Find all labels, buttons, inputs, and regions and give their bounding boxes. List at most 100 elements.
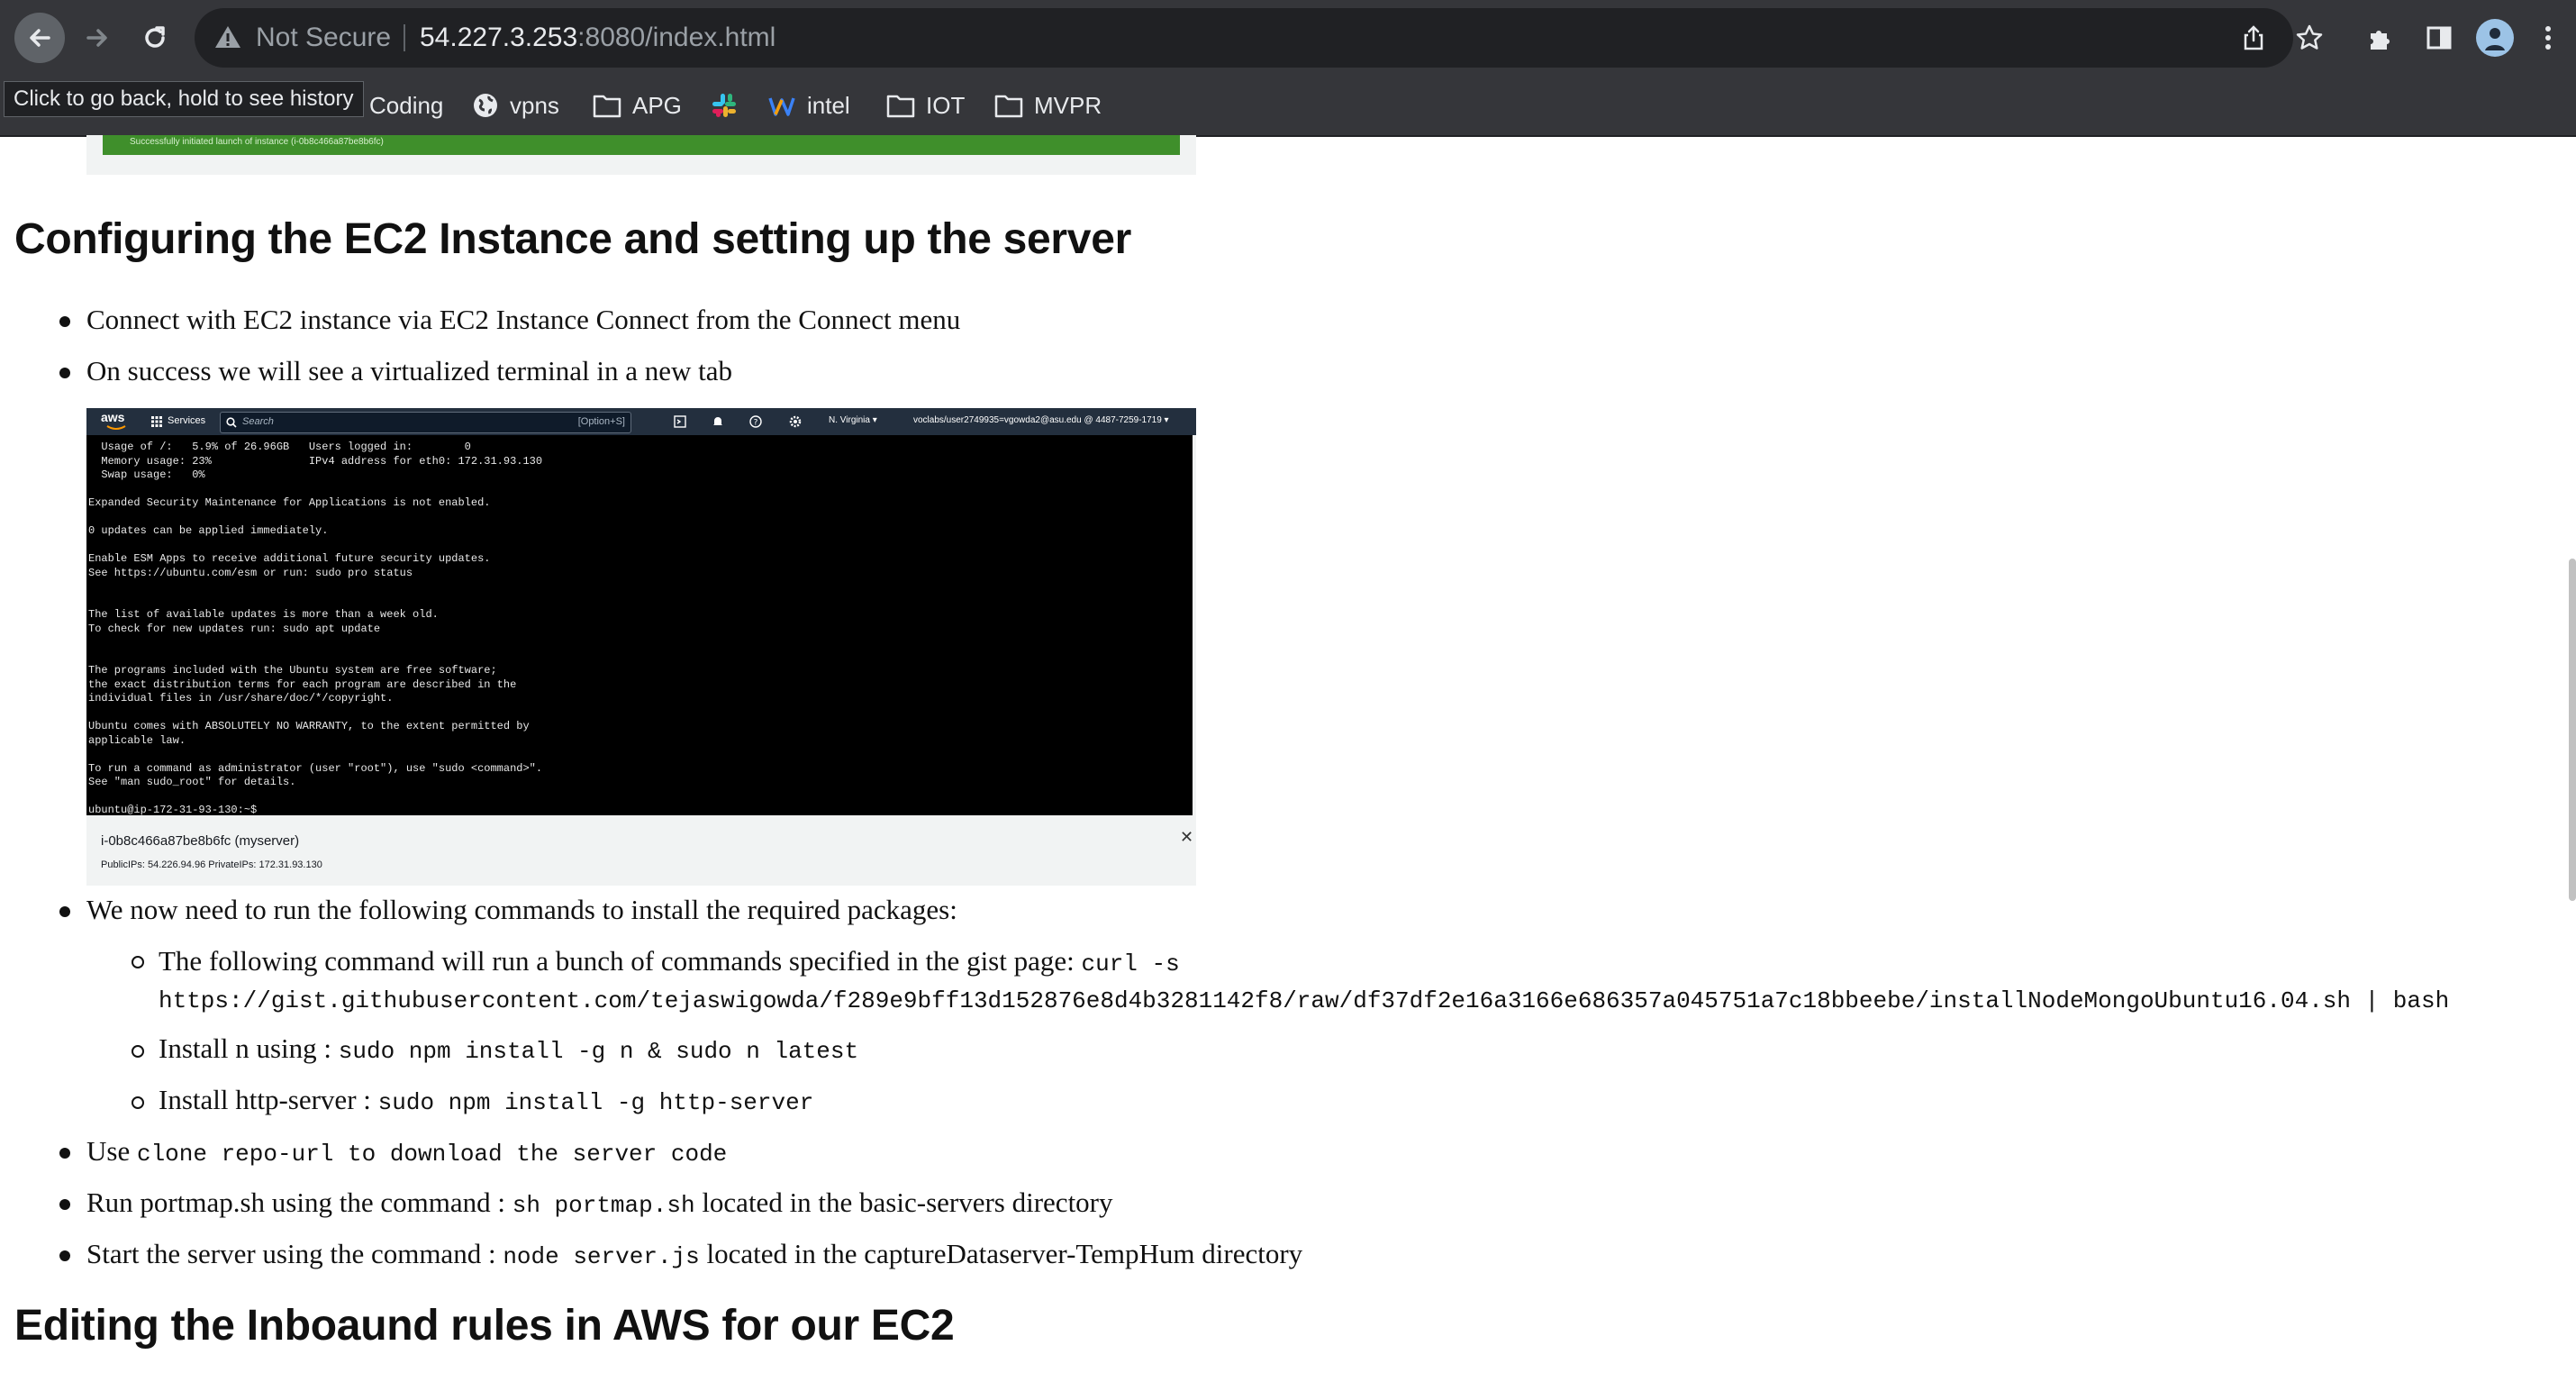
bookmark-vpns[interactable]: vpns: [472, 76, 559, 135]
item-text: Run portmap.sh using the command :: [86, 1186, 512, 1218]
slack-icon: [712, 94, 736, 117]
bookmarks-bar: Coding vpns APG intel IOT MVPR: [0, 76, 2576, 137]
folder-icon: [886, 95, 915, 118]
url-text[interactable]: 54.227.3.253:8080/index.html: [420, 8, 776, 68]
services-grid-icon: [151, 416, 162, 427]
bookmark-label: Coding: [369, 91, 444, 119]
instance-id-label: i-0b8c466a87be8b6fc (myserver): [101, 833, 300, 849]
notifications-bell-icon: [713, 417, 722, 425]
success-banner-text: Successfully initiated launch of instanc…: [130, 137, 384, 147]
ec2-terminal-screenshot: aws Services Search [Option+S] ? N. Virg…: [86, 408, 1196, 886]
globe-icon: [474, 94, 497, 117]
bookmark-iot[interactable]: IOT: [886, 76, 965, 135]
page-scrollbar-thumb[interactable]: [2569, 559, 2576, 901]
bullet-circle: [132, 1045, 144, 1058]
bookmark-label: intel: [807, 91, 850, 119]
forward-button[interactable]: [72, 13, 122, 63]
settings-gear-icon: [789, 415, 802, 428]
instance-ips-label: PublicIPs: 54.226.94.96 PrivateIPs: 172.…: [101, 859, 322, 870]
code-snippet: sudo npm install -g http-server: [377, 1089, 814, 1116]
code-snippet: clone repo-url to download the server co…: [136, 1141, 728, 1168]
aws-logo: aws: [101, 410, 125, 424]
back-arrow-icon: [30, 29, 50, 47]
terminal-window: Usage of /: 5.9% of 26.96GB Users logged…: [86, 435, 1193, 816]
bookmark-star-icon[interactable]: [2290, 18, 2329, 58]
bookmark-coding[interactable]: Coding: [369, 76, 443, 135]
list-item-portmap: Run portmap.sh using the command : sh po…: [86, 1186, 1113, 1219]
bookmark-intel[interactable]: intel: [767, 76, 850, 135]
section-heading-inbound-rules: Editing the Inboaund rules in AWS for ou…: [14, 1302, 955, 1350]
aws-search-shortcut: [Option+S]: [577, 416, 625, 427]
code-snippet: node server.js: [503, 1243, 700, 1270]
account-menu: voclabs/user2749935=vgowda2@asu.edu @ 44…: [913, 415, 1169, 425]
address-bar[interactable]: Not Secure 54.227.3.253:8080/index.html: [195, 8, 2323, 68]
aws-search-placeholder: Search: [242, 416, 274, 427]
warning-icon[interactable]: [213, 22, 243, 57]
item-text: Use: [86, 1135, 137, 1167]
bullet-disc: [59, 368, 70, 378]
url-path: :8080/index.html: [577, 23, 776, 52]
reload-button[interactable]: [130, 13, 180, 63]
bookmark-apg[interactable]: APG: [593, 76, 682, 135]
bullet-disc: [59, 1148, 70, 1159]
bookmark-label: vpns: [510, 91, 559, 119]
aws-smile-icon: [106, 425, 126, 430]
back-button[interactable]: [14, 13, 65, 63]
list-item-packages: We now need to run the following command…: [86, 894, 957, 925]
terminal-output: Usage of /: 5.9% of 26.96GB Users logged…: [88, 441, 543, 816]
bookmark-mvpr[interactable]: MVPR: [994, 76, 1102, 135]
forward-arrow-icon: [86, 29, 107, 47]
back-button-tooltip: Click to go back, hold to see history: [4, 81, 364, 117]
sub-item-text: Install n using :: [159, 1032, 339, 1064]
svg-text:?: ?: [754, 419, 758, 428]
success-banner: Successfully initiated launch of instanc…: [103, 135, 1180, 155]
launch-screenshot-fragment: Successfully initiated launch of instanc…: [86, 135, 1196, 175]
bookmark-label: APG: [632, 91, 682, 119]
sub-item-gist: The following command will run a bunch o…: [159, 945, 1180, 977]
browser-toolbar: Not Secure 54.227.3.253:8080/index.html: [0, 0, 2576, 76]
w-logo-icon: [768, 97, 795, 116]
profile-avatar[interactable]: [2475, 18, 2515, 58]
code-snippet: sh portmap.sh: [512, 1192, 695, 1219]
folder-icon: [593, 95, 621, 118]
bookmark-slack[interactable]: [710, 76, 749, 135]
url-host: 54.227.3.253: [420, 23, 578, 52]
bookmark-label: MVPR: [1034, 91, 1102, 119]
sub-item-install-http-server: Install http-server : sudo npm install -…: [159, 1084, 813, 1116]
sub-item-text: Install http-server :: [159, 1084, 378, 1115]
side-panel-icon[interactable]: [2419, 18, 2459, 58]
section-heading-configure: Configuring the EC2 Instance and setting…: [14, 215, 1131, 263]
item-text-after: located in the basic-servers directory: [694, 1186, 1113, 1218]
cloudshell-icon: [674, 415, 686, 428]
code-snippet-url: https://gist.githubusercontent.com/tejas…: [159, 987, 2450, 1014]
list-item-connect: Connect with EC2 instance via EC2 Instan…: [86, 304, 961, 335]
sub-item-gist-url: https://gist.githubusercontent.com/tejas…: [159, 982, 2449, 1014]
aws-console-bar: aws Services Search [Option+S] ? N. Virg…: [86, 408, 1196, 435]
bullet-disc: [59, 316, 70, 327]
omnibox-separator: [404, 24, 405, 51]
search-icon: [226, 417, 237, 428]
item-text: Start the server using the command :: [86, 1238, 503, 1269]
aws-search-box: Search [Option+S]: [220, 412, 631, 433]
reload-icon: [145, 26, 165, 48]
help-icon: ?: [749, 415, 762, 428]
bullet-circle: [132, 1096, 144, 1109]
extensions-icon[interactable]: [2360, 18, 2399, 58]
folder-icon: [994, 95, 1023, 118]
share-icon[interactable]: [2234, 18, 2273, 58]
bullet-disc: [59, 1199, 70, 1210]
bookmark-label: IOT: [926, 91, 966, 119]
list-item-clone: Use clone repo-url to download the serve…: [86, 1135, 727, 1168]
bullet-circle: [132, 956, 144, 968]
security-status[interactable]: Not Secure: [256, 8, 391, 68]
item-text-after: located in the captureDataserver-TempHum…: [699, 1238, 1303, 1269]
sub-item-install-n: Install n using : sudo npm install -g n …: [159, 1032, 858, 1065]
code-snippet: curl -s: [1081, 950, 1180, 977]
list-item-success: On success we will see a virtualized ter…: [86, 355, 733, 386]
bullet-disc: [59, 906, 70, 917]
bullet-disc: [59, 1250, 70, 1261]
region-selector: N. Virginia ▾: [829, 415, 877, 425]
code-snippet: sudo npm install -g n & sudo n latest: [338, 1038, 859, 1065]
menu-icon[interactable]: [2535, 18, 2562, 58]
services-label: Services: [168, 415, 206, 426]
